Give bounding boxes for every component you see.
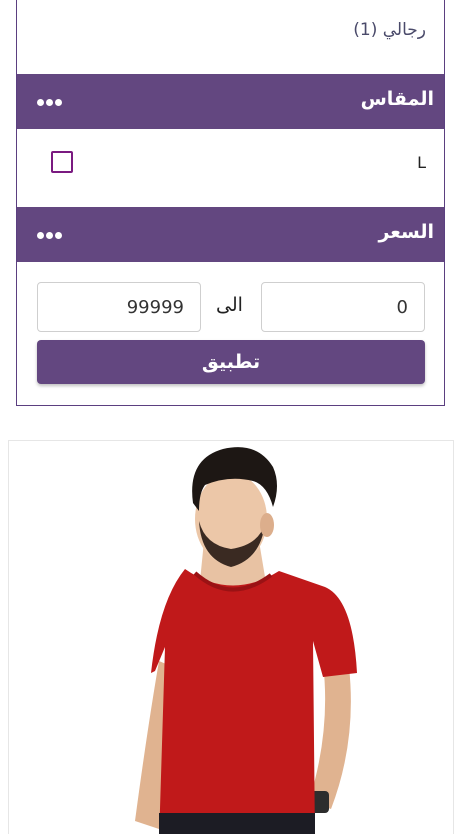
product-image[interactable]	[9, 441, 454, 834]
price-to-label: الى	[216, 294, 243, 316]
price-to-input[interactable]	[37, 282, 201, 332]
more-dots-icon[interactable]	[37, 232, 63, 240]
filter-panel: رجالي (1) المقاس L السعر الى تطبيق	[16, 0, 445, 406]
apply-price-button[interactable]: تطبيق	[37, 340, 425, 384]
size-option-checkbox[interactable]	[51, 151, 73, 173]
product-card[interactable]	[8, 440, 454, 834]
size-option-row[interactable]: L	[17, 129, 444, 205]
price-section-header[interactable]: السعر	[17, 207, 444, 262]
size-section-header[interactable]: المقاس	[17, 74, 444, 129]
size-section-title: المقاس	[360, 88, 434, 110]
category-label[interactable]: رجالي (1)	[353, 20, 426, 40]
price-from-input[interactable]	[261, 282, 425, 332]
size-option-label: L	[417, 153, 426, 172]
more-dots-icon[interactable]	[37, 99, 63, 107]
category-filter-row[interactable]: رجالي (1)	[17, 0, 444, 74]
price-section-title: السعر	[378, 221, 434, 243]
